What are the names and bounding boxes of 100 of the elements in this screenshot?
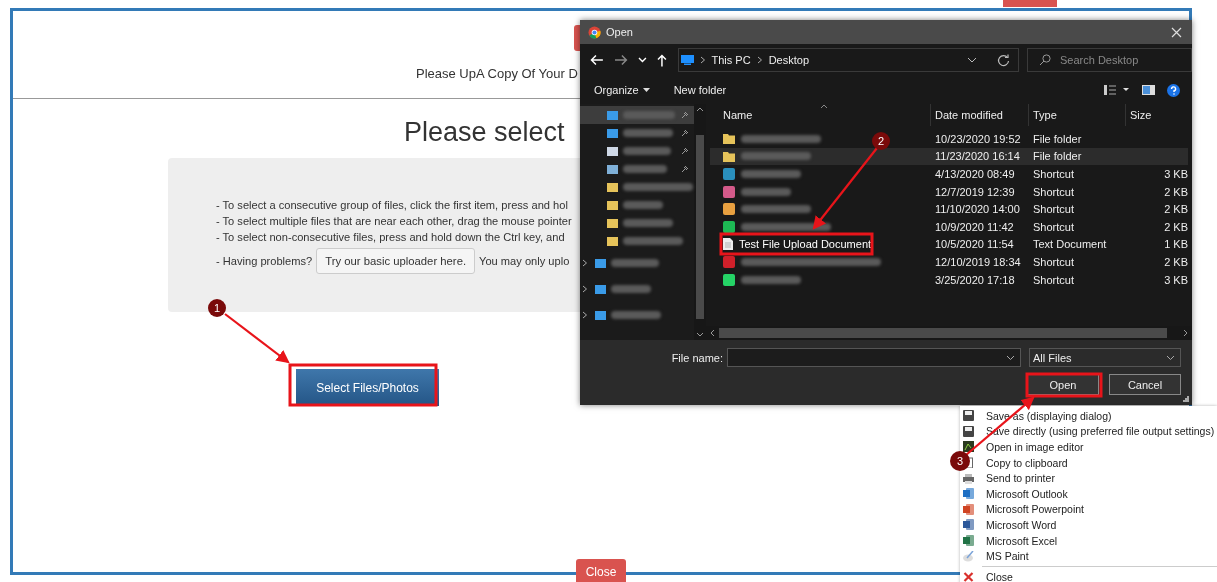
file-name-field[interactable]	[727, 348, 1021, 367]
menu-item[interactable]: Microsoft Excel	[986, 534, 1058, 547]
menu-item[interactable]: Save as (displaying dialog)	[986, 409, 1112, 422]
organize-menu[interactable]: Organize	[588, 82, 656, 98]
table-cell: 2 KB	[1164, 220, 1188, 233]
file-type-value: All Files	[1033, 351, 1072, 364]
scroll-down-icon[interactable]	[696, 332, 704, 337]
column-header[interactable]: Date modified	[931, 104, 1029, 126]
scroll-left-icon[interactable]	[710, 329, 715, 337]
menu-item[interactable]: Microsoft Word	[986, 518, 1057, 531]
help-icon[interactable]	[1167, 83, 1180, 97]
cancel-button[interactable]: Cancel	[1109, 374, 1181, 395]
scroll-right-icon[interactable]	[1183, 329, 1188, 337]
blurred-label	[611, 311, 661, 319]
outlook-icon	[963, 488, 974, 500]
caret-icon	[642, 88, 650, 92]
breadcrumb-item[interactable]: This PC	[711, 54, 751, 66]
step-badge: 2	[872, 132, 890, 150]
table-cell: 2 KB	[1164, 185, 1188, 198]
table-cell: 2 KB	[1164, 203, 1188, 216]
refresh-icon[interactable]	[997, 53, 1010, 67]
folder-icon	[607, 182, 618, 192]
scroll-up-icon[interactable]	[696, 107, 704, 112]
blurred-label	[623, 237, 683, 245]
folder-icon	[723, 150, 735, 162]
chevron-right-icon	[699, 56, 706, 64]
table-cell-text: Shortcut	[1033, 273, 1075, 286]
step-badge: 3	[950, 451, 970, 471]
help-text: - To select a consecutive group of files, click the first item, press and hol	[216, 198, 569, 213]
paint-icon	[963, 550, 974, 562]
word-icon	[963, 519, 974, 531]
menu-item[interactable]: MS Paint	[986, 550, 1029, 563]
table-cell-text: 4/13/2020 08:49	[935, 168, 1016, 180]
table-cell-text: 3/25/2020 17:18	[935, 273, 1016, 286]
table-cell-text: Shortcut	[1033, 220, 1075, 233]
table-cell-text: 10/23/2020 19:52	[935, 132, 1022, 145]
table-cell-text: 11/23/2020 16:14	[935, 150, 1021, 163]
address-bar[interactable]: This PC Desktop	[677, 48, 1019, 72]
forward-icon[interactable]	[613, 54, 628, 66]
help-text: You may only uplo	[479, 254, 570, 269]
folder-icon	[723, 133, 735, 145]
help-text: - To select non-consecutive files, press and hold down the Ctrl key, and	[216, 230, 566, 245]
sort-icon	[820, 104, 828, 109]
resize-grip-icon[interactable]	[1183, 396, 1189, 402]
scroll-thumb[interactable]	[719, 328, 1167, 338]
column-header[interactable]: Type	[1029, 104, 1126, 126]
blurred-label	[611, 259, 659, 267]
cloud-icon	[595, 258, 606, 268]
powerpoint-icon	[963, 503, 974, 515]
scrollbar[interactable]	[694, 104, 706, 340]
menu-item[interactable]: Send to printer	[986, 472, 1055, 485]
breadcrumb-item[interactable]: Desktop	[768, 54, 809, 66]
arrow	[224, 313, 290, 364]
table-cell-text: 12/7/2019 12:39	[935, 185, 1016, 198]
table-cell-text: 10/5/2020 11:54	[935, 238, 1015, 251]
table-cell-text: Shortcut	[1033, 203, 1075, 216]
menu-item[interactable]: Microsoft Outlook	[986, 487, 1068, 500]
chevron-right-icon[interactable]	[582, 311, 588, 319]
blurred-label	[623, 147, 671, 155]
blurred-label	[741, 205, 811, 214]
pin-icon	[681, 129, 689, 137]
chevron-down-icon[interactable]	[1166, 354, 1175, 361]
select-files-button[interactable]: Select Files/Photos	[296, 369, 439, 406]
table-cell: 3 KB	[1164, 168, 1188, 180]
chevron-right-icon[interactable]	[582, 259, 588, 267]
pc-icon	[595, 284, 606, 294]
close-icon[interactable]	[1171, 26, 1182, 38]
new-folder-button[interactable]: New folder	[667, 82, 733, 98]
column-header[interactable]: Name	[706, 104, 931, 126]
menu-item[interactable]: Open in image editor	[986, 441, 1084, 453]
file-type-dropdown[interactable]: All Files	[1029, 348, 1181, 367]
file-name-label: File name:	[671, 351, 723, 364]
menu-item[interactable]: Copy to clipboard	[986, 456, 1068, 469]
search-field[interactable]: Search Desktop	[1027, 48, 1192, 72]
table-cell-text: File folder	[1033, 150, 1083, 163]
blurred-label	[623, 129, 673, 137]
column-header[interactable]: Size	[1126, 104, 1184, 126]
chevron-down-icon[interactable]	[967, 57, 977, 63]
scroll-thumb[interactable]	[696, 135, 704, 319]
help-text: - Having problems?	[216, 254, 313, 269]
chevron-down-icon[interactable]	[1006, 354, 1015, 361]
table-cell-text: Shortcut	[1033, 185, 1075, 198]
blurred-label	[623, 165, 667, 173]
close-button[interactable]: Close	[576, 559, 626, 582]
documents-icon	[607, 146, 618, 156]
chevron-right-icon[interactable]	[582, 285, 588, 293]
folder-icon	[607, 236, 618, 246]
basic-uploader-button[interactable]: Try our basic uploader here.	[316, 248, 476, 274]
menu-item[interactable]: Microsoft Powerpoint	[986, 503, 1085, 516]
up-icon[interactable]	[656, 53, 667, 67]
document-icon	[723, 238, 733, 251]
table-cell: 3 KB	[1164, 273, 1188, 286]
step-badge: 1	[208, 299, 226, 317]
folder-icon	[607, 200, 618, 210]
view-options-icon[interactable]	[1104, 85, 1130, 95]
menu-item[interactable]: Close	[986, 570, 1013, 582]
back-icon[interactable]	[590, 54, 604, 66]
table-cell-text: 10/9/2020 11:42	[935, 220, 1015, 233]
printer-icon	[963, 472, 974, 484]
table-cell-text: 12/10/2019 18:34	[935, 255, 1022, 268]
